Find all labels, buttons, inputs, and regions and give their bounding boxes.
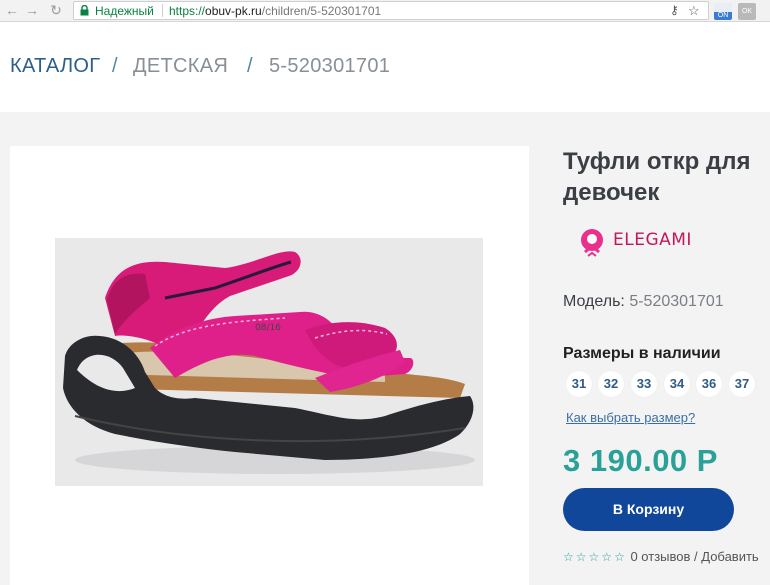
sandal-image: 08/16 [63,251,475,474]
model-label: Модель: [563,293,625,310]
browser-toolbar: ← → ↻ Надежный https://obuv-pk.ru/childr… [0,0,770,22]
extension-ok-label: OK [741,8,753,15]
product-title-line1: Туфли откр для [563,148,751,175]
extension-ok-icon[interactable]: OK [738,3,756,20]
secure-label: Надежный [95,4,154,18]
key-icon[interactable]: ⚷ [670,3,679,18]
forward-arrow-icon[interactable]: → [24,2,40,18]
url-path: /children/5-520301701 [261,4,382,18]
size-option[interactable]: 34 [664,371,690,397]
product-price: 3 190.00 Р [563,443,718,478]
sizes-heading: Размеры в наличии [563,345,721,362]
breadcrumb-current: 5-520301701 [269,55,391,77]
size-option[interactable]: 32 [598,371,624,397]
size-label-print: 08/16 [255,323,281,333]
star-icon[interactable]: ☆ [614,550,625,564]
url-host: obuv-pk.ru [205,4,262,18]
size-option[interactable]: 37 [729,371,755,397]
back-arrow-icon[interactable]: ← [4,2,20,18]
product-title: Туфли откр для девочек [563,146,770,208]
lock-icon [80,5,89,16]
address-bar[interactable]: Надежный https://obuv-pk.ru/children/5-5… [73,1,709,20]
extension-on-label: ON [717,12,729,19]
extension-on-icon[interactable]: ON [714,3,732,20]
brand-logo-icon[interactable] [578,226,606,261]
url-text[interactable]: https://obuv-pk.ru/children/5-520301701 [169,4,381,18]
size-option[interactable]: 36 [696,371,722,397]
address-divider [162,4,163,17]
product-title-line2: девочек [563,179,660,206]
star-icon[interactable]: ☆ [576,550,587,564]
breadcrumb-catalog[interactable]: КАТАЛОГ [10,54,100,78]
add-review-link[interactable]: Добавить [701,549,758,564]
breadcrumb-separator: / [247,55,253,77]
rating-row: ☆ ☆ ☆ ☆ ☆ 0 отзывов / Добавить [563,549,759,565]
size-guide-link[interactable]: Как выбрать размер? [566,410,695,426]
brand-name[interactable]: ELEGAMI [613,230,692,250]
size-option[interactable]: 31 [566,371,592,397]
star-icon[interactable]: ☆ [563,550,574,564]
reload-icon[interactable]: ↻ [48,2,64,18]
add-to-cart-button[interactable]: В Корзину [563,488,734,531]
product-photo[interactable]: 08/16 [55,238,483,486]
star-icon[interactable]: ☆ [601,550,612,564]
breadcrumb-separator: / [112,55,118,77]
reviews-count-link[interactable]: 0 отзывов / [630,549,697,564]
model-line: Модель: 5-520301701 [563,292,724,312]
bookmark-star-icon[interactable]: ☆ [688,3,700,18]
breadcrumb-children[interactable]: ДЕТСКАЯ [133,54,228,78]
model-value: 5-520301701 [629,293,724,310]
url-scheme: https:// [169,4,206,18]
size-option[interactable]: 33 [631,371,657,397]
star-icon[interactable]: ☆ [589,550,600,564]
